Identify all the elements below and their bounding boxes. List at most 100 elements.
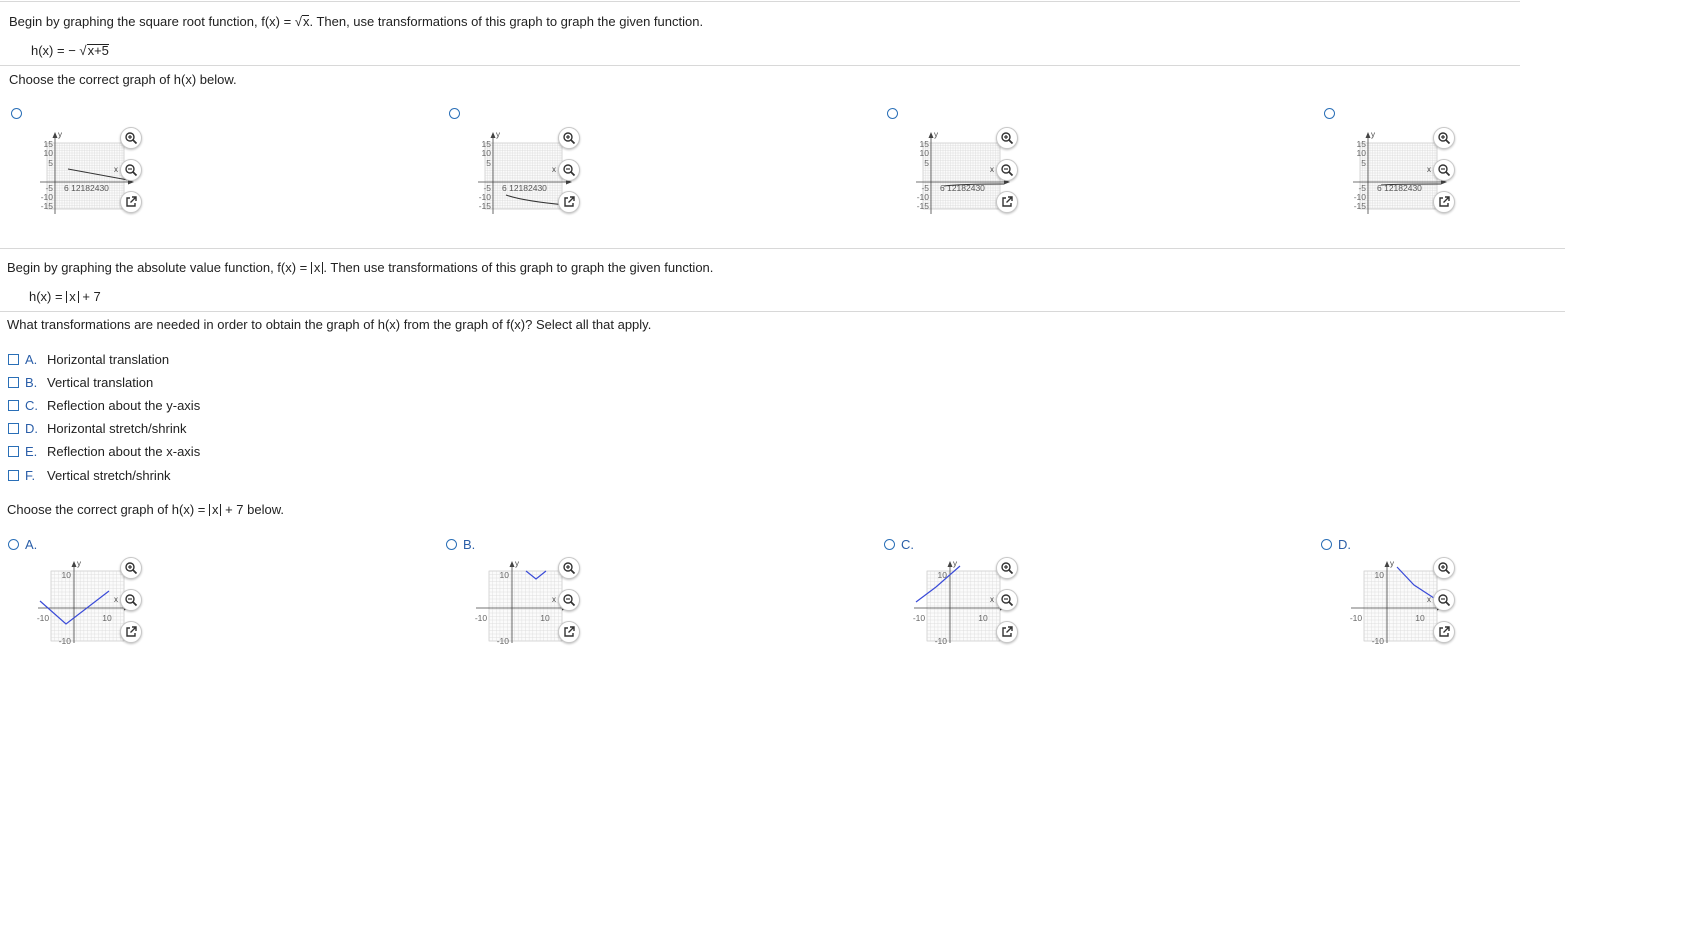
x-tick-labels: 6 12182430 xyxy=(502,183,547,193)
choice-text: Reflection about the y-axis xyxy=(47,397,201,413)
transformation-choice[interactable]: E. Reflection about the x-axis xyxy=(8,443,200,461)
x-axis-label: x xyxy=(552,595,556,604)
q2-choose-text: Choose the correct graph of h(x) = x + 7… xyxy=(7,502,284,517)
open-new-window-button[interactable] xyxy=(558,621,580,643)
y-tick-label: -15 xyxy=(41,201,54,211)
y-tick-label: 10 xyxy=(62,570,72,580)
y-tick-label: -10 xyxy=(935,636,948,646)
y-tick-label: 10 xyxy=(1375,570,1385,580)
transformation-choice[interactable]: A. Horizontal translation xyxy=(8,350,169,368)
choice-letter: D. xyxy=(25,421,38,437)
zoom-out-button[interactable] xyxy=(120,589,142,611)
y-axis-label: y xyxy=(1390,559,1394,568)
choice-checkbox[interactable] xyxy=(8,423,19,435)
option-radio[interactable] xyxy=(11,108,22,119)
zoom-in-button[interactable] xyxy=(120,557,142,579)
zoom-out-icon xyxy=(563,164,576,177)
x-axis-label: x xyxy=(114,165,118,174)
zoom-out-button[interactable] xyxy=(996,589,1018,611)
open-new-window-icon xyxy=(564,626,575,637)
option-radio[interactable] xyxy=(1321,539,1332,550)
choice-text: Vertical translation xyxy=(47,374,154,390)
choice-checkbox[interactable] xyxy=(8,376,19,388)
zoom-in-icon xyxy=(1438,562,1451,575)
open-new-window-icon xyxy=(1002,196,1013,207)
y-tick-label: 5 xyxy=(924,158,929,168)
q1-divider xyxy=(0,65,1520,66)
zoom-in-button[interactable] xyxy=(120,127,142,149)
zoom-in-icon xyxy=(1001,562,1014,575)
top-divider xyxy=(0,1,1520,2)
y-axis-label: y xyxy=(58,130,62,139)
zoom-in-button[interactable] xyxy=(1433,557,1455,579)
transformation-choice[interactable]: C. Reflection about the y-axis xyxy=(8,396,200,414)
q1-function: h(x) = − √x+5 xyxy=(31,43,109,58)
q1-choose-text: Choose the correct graph of h(x) below. xyxy=(9,72,237,87)
open-new-window-icon xyxy=(126,626,137,637)
choice-letter: B. xyxy=(25,374,38,390)
zoom-out-button[interactable] xyxy=(120,159,142,181)
option-radio[interactable] xyxy=(1324,108,1335,119)
x-tick-labels: 6 12182430 xyxy=(64,183,109,193)
zoom-in-icon xyxy=(1438,132,1451,145)
y-axis-label: y xyxy=(496,130,500,139)
option-radio[interactable] xyxy=(887,108,898,119)
zoom-out-icon xyxy=(125,594,138,607)
choice-checkbox[interactable] xyxy=(8,353,19,365)
y-tick-label: 10 xyxy=(500,570,510,580)
open-new-window-button[interactable] xyxy=(120,621,142,643)
y-tick-label: -10 xyxy=(497,636,510,646)
open-new-window-button[interactable] xyxy=(120,191,142,213)
zoom-out-button[interactable] xyxy=(996,159,1018,181)
open-new-window-button[interactable] xyxy=(1433,621,1455,643)
zoom-in-button[interactable] xyxy=(996,557,1018,579)
zoom-out-icon xyxy=(563,594,576,607)
y-tick-label: 5 xyxy=(486,158,491,168)
open-new-window-button[interactable] xyxy=(558,191,580,213)
zoom-in-icon xyxy=(125,132,138,145)
x-axis-label: x xyxy=(1427,165,1431,174)
zoom-out-button[interactable] xyxy=(1433,589,1455,611)
choice-letter: A. xyxy=(25,351,38,367)
zoom-out-button[interactable] xyxy=(1433,159,1455,181)
y-tick-label: -15 xyxy=(479,201,492,211)
option-radio[interactable] xyxy=(8,539,19,550)
option-label: D. xyxy=(1338,537,1351,552)
zoom-in-button[interactable] xyxy=(1433,127,1455,149)
transformation-choice[interactable]: D. Horizontal stretch/shrink xyxy=(8,420,186,438)
transformation-choice[interactable]: B. Vertical translation xyxy=(8,373,153,391)
choice-checkbox[interactable] xyxy=(8,446,19,458)
zoom-out-icon xyxy=(125,164,138,177)
option-radio[interactable] xyxy=(884,539,895,550)
y-tick-label: 10 xyxy=(1357,148,1367,158)
open-new-window-button[interactable] xyxy=(996,191,1018,213)
x-tick-label: 10 xyxy=(540,613,550,623)
x-axis-label: x xyxy=(990,165,994,174)
open-new-window-button[interactable] xyxy=(1433,191,1455,213)
zoom-in-icon xyxy=(1001,132,1014,145)
choice-checkbox[interactable] xyxy=(8,399,19,411)
zoom-out-button[interactable] xyxy=(558,589,580,611)
open-new-window-button[interactable] xyxy=(996,621,1018,643)
choice-text: Reflection about the x-axis xyxy=(47,444,201,460)
zoom-out-icon xyxy=(1001,594,1014,607)
x-axis-label: x xyxy=(552,165,556,174)
choice-text: Horizontal stretch/shrink xyxy=(47,421,187,437)
zoom-in-button[interactable] xyxy=(558,557,580,579)
choice-checkbox[interactable] xyxy=(8,469,19,481)
y-tick-label: 10 xyxy=(482,148,492,158)
zoom-in-button[interactable] xyxy=(558,127,580,149)
option-radio[interactable] xyxy=(446,539,457,550)
y-tick-label: -15 xyxy=(917,201,930,211)
y-axis-label: y xyxy=(77,559,81,568)
open-new-window-icon xyxy=(1002,626,1013,637)
option-radio[interactable] xyxy=(449,108,460,119)
zoom-out-button[interactable] xyxy=(558,159,580,181)
zoom-in-icon xyxy=(563,132,576,145)
section-divider xyxy=(0,248,1565,249)
zoom-in-button[interactable] xyxy=(996,127,1018,149)
choice-text: Horizontal translation xyxy=(47,351,170,367)
x-tick-label: -10 xyxy=(37,613,50,623)
transformation-choice[interactable]: F. Vertical stretch/shrink xyxy=(8,466,171,484)
y-tick-label: -15 xyxy=(1354,201,1367,211)
